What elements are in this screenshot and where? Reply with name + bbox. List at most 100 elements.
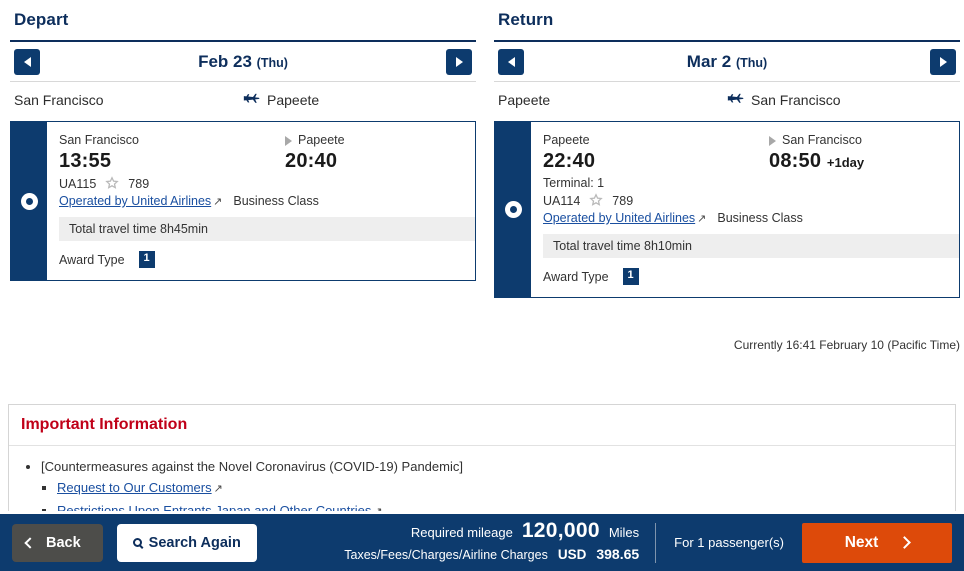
- chevron-left-icon: [24, 536, 36, 549]
- mileage-row: Required mileage 120,000 Miles: [344, 520, 639, 544]
- depart-destination-city: Papeete: [298, 133, 345, 147]
- return-origin-city: Papeete: [543, 133, 590, 147]
- star-icon: [105, 176, 120, 192]
- depart-route-destination: Papeete: [267, 91, 320, 108]
- depart-origin-col: San Francisco 13:55: [59, 132, 261, 175]
- required-mileage-label: Required mileage: [410, 525, 513, 540]
- depart-prev-day-button[interactable]: [14, 48, 40, 75]
- depart-panel: Depart Feb 23 (Thu) San Francisco Papeet…: [0, 0, 482, 330]
- airplane-icon: [727, 93, 744, 107]
- chevron-left-icon: [507, 56, 515, 67]
- return-day-of-week: (Thu): [735, 55, 768, 70]
- arrow-right-icon: [769, 135, 776, 146]
- depart-operator-link[interactable]: Operated by United Airlines: [59, 194, 211, 208]
- search-again-button[interactable]: Search Again: [116, 523, 257, 562]
- return-destination-col: San Francisco 08:50 +1day: [745, 132, 947, 192]
- currency-code: USD: [557, 547, 587, 562]
- taxes-label: Taxes/Fees/Charges/Airline Charges: [344, 548, 548, 562]
- return-award-type-badge[interactable]: 1: [622, 268, 639, 285]
- depart-route-destination-wrap: Papeete: [243, 92, 472, 108]
- taxes-row: Taxes/Fees/Charges/Airline Charges USD 3…: [344, 544, 639, 565]
- depart-flight-card[interactable]: San Francisco 13:55 Papeete 20:40 UA115 …: [10, 121, 476, 281]
- return-operator-row: Operated by United Airlines ↗ Business Cl…: [531, 209, 959, 225]
- return-plus-day: +1day: [826, 155, 865, 170]
- return-flight-number: UA114: [543, 194, 581, 208]
- return-flight-card[interactable]: Papeete 22:40 Terminal: 1 San Francisco …: [494, 121, 960, 298]
- request-to-customers-link[interactable]: Request to Our Customers: [57, 480, 212, 495]
- return-total-travel-time: Total travel time 8h10min: [543, 234, 959, 258]
- return-title: Return: [498, 10, 554, 29]
- return-flight-details: Papeete 22:40 Terminal: 1 San Francisco …: [531, 122, 959, 297]
- search-again-label: Search Again: [148, 534, 241, 551]
- important-sublist-item: Request to Our Customers↗: [57, 477, 943, 500]
- depart-flight-radio[interactable]: [11, 122, 47, 280]
- depart-origin-city: San Francisco: [59, 133, 139, 147]
- return-route: Papeete San Francisco: [494, 82, 960, 117]
- return-destination-city: San Francisco: [782, 133, 862, 147]
- action-footer-bar: Back Search Again Required mileage 120,0…: [0, 511, 964, 571]
- depart-aircraft-type: 789: [128, 177, 150, 191]
- depart-award-badge-wrap[interactable]: 1: [138, 251, 155, 268]
- return-flight-number-row: UA114 789: [531, 192, 959, 209]
- back-button[interactable]: Back: [12, 523, 103, 562]
- return-operator-link-wrap[interactable]: Operated by United Airlines ↗: [543, 211, 706, 225]
- next-button[interactable]: Next: [802, 522, 952, 563]
- return-arrival-time: 08:50: [769, 150, 822, 172]
- depart-next-day-button[interactable]: [446, 48, 472, 75]
- depart-award-type-label: Award Type: [59, 252, 125, 267]
- required-mileage-value: 120,000: [521, 519, 600, 542]
- chevron-right-icon: [898, 536, 912, 549]
- depart-award-type-badge[interactable]: 1: [138, 251, 155, 268]
- airplane-icon: [243, 93, 260, 107]
- search-icon: [132, 538, 142, 547]
- depart-segment-row: San Francisco 13:55 Papeete 20:40: [47, 132, 475, 175]
- external-link-icon: ↗: [213, 483, 223, 495]
- return-award-row: Award Type 1: [531, 258, 959, 287]
- chevron-right-icon: [939, 56, 947, 67]
- external-link-icon: ↗: [697, 213, 707, 225]
- return-panel: Return Mar 2 (Thu) Papeete San Francisco: [482, 0, 964, 330]
- return-prev-day-button[interactable]: [498, 48, 524, 75]
- return-operator-link[interactable]: Operated by United Airlines: [543, 211, 695, 225]
- next-button-label: Next: [844, 533, 879, 551]
- chevron-left-icon: [23, 56, 31, 67]
- return-departure-time: 22:40: [543, 150, 596, 172]
- return-cabin-class: Business Class: [717, 211, 803, 225]
- radio-selected-icon: [504, 201, 522, 218]
- depart-total-travel-time: Total travel time 8h45min: [59, 217, 475, 241]
- taxes-amount: 398.65: [596, 546, 640, 562]
- return-route-origin: Papeete: [498, 91, 551, 108]
- back-button-label: Back: [46, 534, 81, 551]
- depart-cabin-class: Business Class: [233, 194, 319, 208]
- return-terminal: Terminal: 1: [543, 176, 605, 190]
- depart-operator-row: Operated by United Airlines ↗ Business Cl…: [47, 192, 475, 208]
- miles-unit: Miles: [608, 525, 640, 540]
- return-award-type-label: Award Type: [543, 269, 609, 284]
- return-flight-radio[interactable]: [495, 122, 531, 297]
- flight-panels: Depart Feb 23 (Thu) San Francisco Papeet…: [0, 0, 964, 330]
- depart-destination-city-wrap: Papeete: [269, 132, 463, 149]
- return-aircraft-type: 789: [612, 194, 634, 208]
- return-route-destination: San Francisco: [751, 91, 841, 108]
- depart-title: Depart: [14, 10, 69, 29]
- depart-destination-col: Papeete 20:40: [261, 132, 463, 175]
- depart-date-nav: Feb 23 (Thu): [10, 40, 476, 82]
- chevron-right-icon: [455, 56, 463, 67]
- depart-flight-number: UA115: [59, 177, 97, 191]
- depart-operator-link-wrap[interactable]: Operated by United Airlines ↗: [59, 194, 222, 208]
- return-destination-city-wrap: San Francisco: [753, 132, 947, 149]
- external-link-icon: ↗: [213, 196, 223, 208]
- depart-flight-details: San Francisco 13:55 Papeete 20:40 UA115 …: [47, 122, 475, 280]
- depart-departure-time: 13:55: [59, 150, 112, 172]
- depart-date: Feb 23: [198, 51, 252, 71]
- return-award-badge-wrap[interactable]: 1: [622, 268, 639, 285]
- return-origin-col: Papeete 22:40 Terminal: 1: [543, 132, 745, 192]
- return-route-destination-wrap: San Francisco: [727, 92, 956, 108]
- passenger-count-text: For 1 passenger(s): [674, 535, 784, 550]
- depart-route: San Francisco Papeete: [10, 82, 476, 117]
- depart-flight-number-row: UA115 789: [47, 175, 475, 192]
- return-arrival-time-wrap: 08:50 +1day: [753, 149, 947, 175]
- return-date: Mar 2: [686, 51, 732, 71]
- important-list-item: [Countermeasures against the Novel Coron…: [41, 456, 943, 477]
- return-next-day-button[interactable]: [930, 48, 956, 75]
